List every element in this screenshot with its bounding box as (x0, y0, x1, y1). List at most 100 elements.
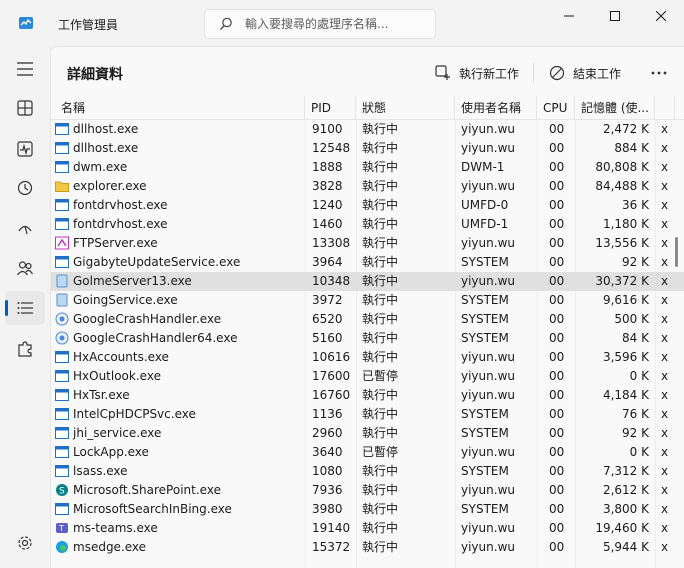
table-row[interactable]: FTPServer.exe 13308 執行中 yiyun.wu 00 13,556 K x (51, 234, 684, 253)
process-memory: 36 K (622, 198, 649, 212)
process-extra: x (661, 198, 669, 212)
process-cpu: 00 (549, 502, 565, 516)
column-header-cpu[interactable]: CPU (537, 96, 575, 120)
process-extra: x (661, 483, 669, 497)
process-memory: 4,184 K (602, 388, 649, 402)
process-memory: 3,596 K (602, 350, 649, 364)
process-status: 執行中 (362, 122, 399, 136)
nav-users[interactable] (5, 251, 45, 285)
process-pid: 1888 (312, 160, 343, 174)
table-row[interactable]: HxAccounts.exe 10616 執行中 yiyun.wu 00 3,596 K x (51, 348, 684, 367)
column-header-name[interactable]: 名稱 (55, 96, 305, 120)
hamburger-menu-button[interactable] (5, 52, 45, 86)
nav-details[interactable] (5, 291, 45, 325)
table-row[interactable]: lsass.exe 1080 執行中 SYSTEM 00 7,312 K x (51, 462, 684, 481)
column-header-pid[interactable]: PID (305, 96, 356, 120)
table-row[interactable]: explorer.exe 3828 執行中 yiyun.wu 00 84,488 K x (51, 177, 684, 196)
process-cpu: 00 (549, 312, 565, 326)
process-user: yiyun.wu (461, 540, 515, 554)
process-user: yiyun.wu (461, 445, 515, 459)
process-cpu: 00 (549, 236, 565, 250)
table-row[interactable]: GolmeServer13.exe 10348 執行中 yiyun.wu 00 30,37… (51, 272, 684, 291)
process-cpu: 00 (549, 369, 565, 383)
search-input[interactable] (245, 14, 431, 34)
table-row[interactable]: IntelCpHDCPSvc.exe 1136 執行中 SYSTEM 00 76 K x (51, 405, 684, 424)
column-header-extra[interactable] (655, 96, 675, 120)
nav-startup-apps[interactable] (5, 211, 45, 245)
process-status: 執行中 (362, 483, 399, 497)
new-task-icon (435, 65, 450, 80)
process-name: MicrosoftSearchInBing.exe (73, 502, 232, 516)
process-memory: 80,808 K (595, 160, 649, 174)
process-user: yiyun.wu (461, 122, 515, 136)
minimize-button[interactable] (546, 0, 592, 32)
maximize-button[interactable] (592, 0, 638, 32)
table-row[interactable]: GoogleCrashHandler.exe 6520 執行中 SYSTEM 00 500… (51, 310, 684, 329)
more-options-button[interactable] (645, 59, 673, 87)
performance-icon (17, 141, 33, 157)
process-status: 執行中 (362, 293, 399, 307)
process-user: yiyun.wu (461, 141, 515, 155)
table-row[interactable]: dllhost.exe 9100 執行中 yiyun.wu 00 2,472 K x (51, 120, 684, 139)
settings-button[interactable] (5, 526, 45, 560)
table-row[interactable]: dwm.exe 1888 執行中 DWM-1 00 80,808 K x (51, 158, 684, 177)
table-row[interactable]: jhi_service.exe 2960 執行中 SYSTEM 00 92 K x (51, 424, 684, 443)
process-memory: 2,612 K (602, 483, 649, 497)
process-status: 執行中 (362, 217, 399, 231)
process-name: HxOutlook.exe (73, 369, 161, 383)
process-extra: x (661, 407, 669, 421)
table-row[interactable]: msedge.exe 15372 執行中 yiyun.wu 00 5,944 K x (51, 538, 684, 557)
search-box[interactable] (204, 9, 436, 39)
process-name: explorer.exe (73, 179, 147, 193)
process-cpu: 00 (549, 464, 565, 478)
process-name: GoogleCrashHandler.exe (73, 312, 222, 326)
table-row[interactable]: dllhost.exe 12548 執行中 yiyun.wu 00 884 K x (51, 139, 684, 158)
close-button[interactable] (638, 0, 684, 32)
process-user: UMFD-0 (461, 198, 509, 212)
run-new-task-button[interactable]: 執行新工作 (435, 57, 527, 89)
process-pid: 17600 (312, 369, 351, 383)
process-pid: 3640 (312, 445, 343, 459)
process-cpu: 00 (549, 141, 565, 155)
process-extra: x (661, 141, 669, 155)
table-row[interactable]: LockApp.exe 3640 已暫停 yiyun.wu 00 0 K x (51, 443, 684, 462)
table-row[interactable]: GigabyteUpdateService.exe 3964 執行中 SYSTEM 00… (51, 253, 684, 272)
column-header-user[interactable]: 使用者名稱 (455, 96, 537, 120)
nav-app-history[interactable] (5, 171, 45, 205)
table-row[interactable]: GoogleCrashHandler64.exe 5160 執行中 SYSTEM 00 8… (51, 329, 684, 348)
process-name: dllhost.exe (73, 141, 139, 155)
title-bar: 工作管理員 (0, 0, 684, 46)
process-status: 執行中 (362, 407, 399, 421)
vertical-scrollbar[interactable] (675, 237, 678, 267)
table-row[interactable]: Tms-teams.exe 19140 執行中 yiyun.wu 00 19,460 Kx (51, 519, 684, 538)
table-row[interactable]: GoingService.exe 3972 執行中 SYSTEM 00 9,616 K x (51, 291, 684, 310)
column-header-status[interactable]: 狀態 (356, 96, 455, 120)
column-header-memory[interactable]: 記憶體 (使... (575, 96, 655, 120)
end-task-button[interactable]: 結束工作 (549, 57, 631, 89)
nav-processes[interactable] (5, 91, 45, 125)
process-status: 執行中 (362, 426, 399, 440)
process-user: yiyun.wu (461, 388, 515, 402)
table-row[interactable]: MicrosoftSearchInBing.exe 3980 執行中 SYSTEM 00… (51, 500, 684, 519)
process-memory: 1,180 K (602, 217, 649, 231)
table-row[interactable]: S Microsoft.SharePoint.exe 7936 執行中 yiyun.wu… (51, 481, 684, 500)
table-row[interactable]: fontdrvhost.exe 1240 執行中 UMFD-0 00 36 K x (51, 196, 684, 215)
gear-icon (18, 536, 32, 550)
process-name: dllhost.exe (73, 122, 139, 136)
process-pid: 1460 (312, 217, 343, 231)
process-extra: x (661, 122, 669, 136)
process-status: 已暫停 (362, 369, 399, 383)
process-name: fontdrvhost.exe (73, 198, 168, 212)
process-cpu: 00 (549, 426, 565, 440)
nav-services[interactable] (5, 332, 45, 366)
process-status: 執行中 (362, 502, 399, 516)
table-row[interactable]: fontdrvhost.exe 1460 執行中 UMFD-1 00 1,180 K x (51, 215, 684, 234)
nav-performance[interactable] (5, 132, 45, 166)
table-row[interactable]: HxTsr.exe 16760 執行中 yiyun.wu 00 4,184 K x (51, 386, 684, 405)
process-user: SYSTEM (461, 407, 509, 421)
process-name: IntelCpHDCPSvc.exe (73, 407, 196, 421)
process-status: 執行中 (362, 255, 399, 269)
process-name: GoingService.exe (73, 293, 178, 307)
process-user: SYSTEM (461, 464, 509, 478)
table-row[interactable]: HxOutlook.exe 17600 已暫停 yiyun.wu 00 0 K x (51, 367, 684, 386)
